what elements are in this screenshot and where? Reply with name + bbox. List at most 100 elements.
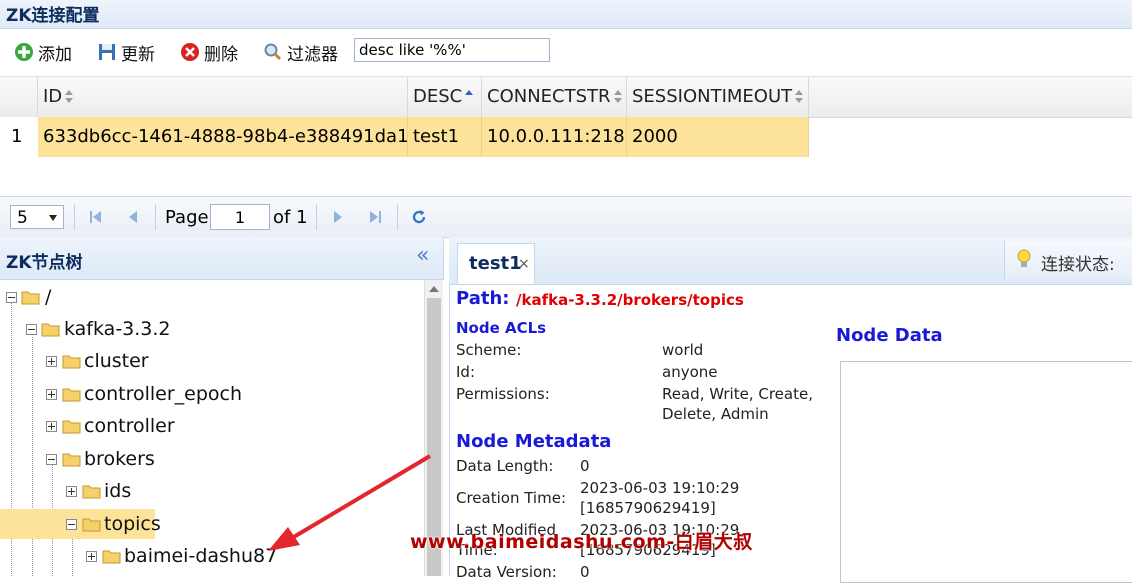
scroll-up-icon[interactable] (429, 286, 439, 292)
update-button[interactable]: 更新 (97, 39, 155, 65)
first-page-icon[interactable] (88, 209, 104, 225)
tree-node-kafka[interactable]: kafka-3.3.2 (0, 314, 424, 344)
tree-node-controller-epoch[interactable]: controller_epoch (0, 379, 424, 409)
row-number-header (0, 77, 38, 117)
save-disk-icon (97, 42, 117, 62)
data-length-value: 0 (580, 457, 590, 475)
folder-icon (82, 485, 101, 499)
zk-node-tree: / kafka-3.3.2 cluster controller_epoch c… (0, 280, 424, 576)
magnifier-icon (263, 42, 283, 62)
page-number-input[interactable] (210, 204, 270, 230)
collapse-toggle-icon[interactable] (26, 324, 37, 335)
pagination-bar: 5 Page of 1 (0, 196, 1132, 238)
next-page-icon[interactable] (330, 209, 346, 225)
connection-status-label: 连接状态: (1041, 255, 1115, 275)
expand-toggle-icon[interactable] (46, 356, 57, 367)
separator (155, 204, 156, 230)
tree-node-cluster[interactable]: cluster (0, 346, 424, 376)
tree-node-baimei-dashu87[interactable]: baimei-dashu87 (0, 541, 424, 571)
add-button[interactable]: 添加 (14, 39, 72, 65)
column-header-connectstr[interactable]: CONNECTSTR (482, 77, 627, 117)
cell-connectstr[interactable]: 10.0.0.111:2181 (482, 117, 627, 157)
zk-config-panel-header: ZK连接配置 (0, 0, 1132, 29)
row-number: 1 (0, 117, 38, 157)
path-value: /kafka-3.3.2/brokers/topics (516, 291, 744, 309)
column-header-sessiontimeout[interactable]: SESSIONTIMEOUT (627, 77, 809, 117)
prev-page-icon[interactable] (125, 209, 141, 225)
data-version-value: 0 (580, 563, 590, 581)
delete-x-icon (180, 42, 200, 62)
collapse-toggle-icon[interactable] (66, 519, 77, 530)
folder-icon (62, 420, 81, 434)
node-data-title: Node Data (836, 325, 943, 346)
cell-id[interactable]: 633db6cc-1461-4888-98b4-e388491da1e2 (38, 117, 408, 157)
acl-permissions-value-cont: Delete, Admin (662, 405, 769, 423)
path-label: Path: (456, 288, 510, 309)
expand-toggle-icon[interactable] (46, 389, 57, 400)
separator (316, 204, 317, 230)
acl-scheme-label: Scheme: (456, 341, 522, 359)
expand-toggle-icon[interactable] (46, 421, 57, 432)
grid-header: ID DESC CONNECTSTR SESSIONTIMEOUT (0, 76, 1132, 118)
panel-title: ZK连接配置 (6, 6, 100, 26)
acl-scheme-value: world (662, 341, 704, 359)
cell-desc[interactable]: test1 (408, 117, 482, 157)
collapse-toggle-icon[interactable] (46, 454, 57, 465)
sort-asc-icon (465, 90, 474, 104)
sort-icon (65, 90, 74, 104)
tab-test1[interactable]: test1 × (457, 243, 535, 284)
data-length-label: Data Length: (456, 457, 554, 475)
update-label: 更新 (121, 44, 155, 65)
expand-toggle-icon[interactable] (66, 486, 77, 497)
delete-label: 删除 (204, 44, 238, 65)
delete-button[interactable]: 删除 (180, 39, 238, 65)
page-size-select[interactable]: 5 (10, 205, 64, 229)
tree-node-topics[interactable]: topics (0, 509, 161, 539)
collapse-icon[interactable]: « (416, 243, 429, 268)
add-label: 添加 (38, 44, 72, 65)
node-data-textarea[interactable] (840, 361, 1132, 583)
metadata-section-title: Node Metadata (456, 431, 612, 452)
filter-button[interactable]: 过滤器 (263, 39, 338, 65)
sort-icon (795, 90, 804, 104)
acl-id-label: Id: (456, 363, 475, 381)
plus-circle-icon (14, 42, 34, 62)
creation-time-label: Creation Time: (456, 489, 566, 507)
detail-tabs-header: test1 × 连接状态: (449, 237, 1132, 285)
tree-node-ids[interactable]: ids (0, 476, 424, 506)
watermark-text: www.baimeidashu.com-白眉大叔 (410, 531, 753, 553)
lightbulb-icon (1017, 249, 1031, 267)
folder-open-icon (21, 291, 40, 305)
column-header-id[interactable]: ID (38, 77, 408, 117)
data-version-label: Data Version: (456, 563, 557, 581)
tree-node-controller[interactable]: controller (0, 411, 424, 441)
creation-time-value: 2023-06-03 19:10:29 (580, 479, 740, 497)
separator (74, 204, 75, 230)
folder-icon (102, 550, 121, 564)
separator (397, 204, 398, 230)
last-page-icon[interactable] (367, 209, 383, 225)
filter-label: 过滤器 (287, 44, 338, 65)
page-count-label: of 1 (273, 207, 308, 228)
expand-toggle-icon[interactable] (86, 551, 97, 562)
filter-input[interactable] (354, 38, 550, 62)
folder-open-icon (62, 453, 81, 467)
page-label: Page (165, 207, 209, 228)
tree-title: ZK节点树 (6, 253, 83, 273)
tree-panel-header: ZK节点树 « (0, 237, 444, 280)
close-tab-icon[interactable]: × (518, 256, 530, 272)
refresh-icon[interactable] (411, 209, 427, 225)
creation-time-ms: [1685790629419] (580, 499, 716, 517)
tree-node-root[interactable]: / (0, 282, 424, 312)
folder-open-icon (41, 323, 60, 337)
folder-icon (62, 355, 81, 369)
acl-permissions-value: Read, Write, Create, (662, 385, 813, 403)
column-header-desc[interactable]: DESC (408, 77, 482, 117)
collapse-toggle-icon[interactable] (6, 292, 17, 303)
folder-icon (62, 388, 81, 402)
acl-permissions-label: Permissions: (456, 385, 550, 403)
cell-sessiontimeout[interactable]: 2000 (627, 117, 809, 157)
tree-node-brokers[interactable]: brokers (0, 444, 424, 474)
connection-status: 连接状态: (1004, 241, 1132, 279)
folder-open-icon (82, 518, 101, 532)
